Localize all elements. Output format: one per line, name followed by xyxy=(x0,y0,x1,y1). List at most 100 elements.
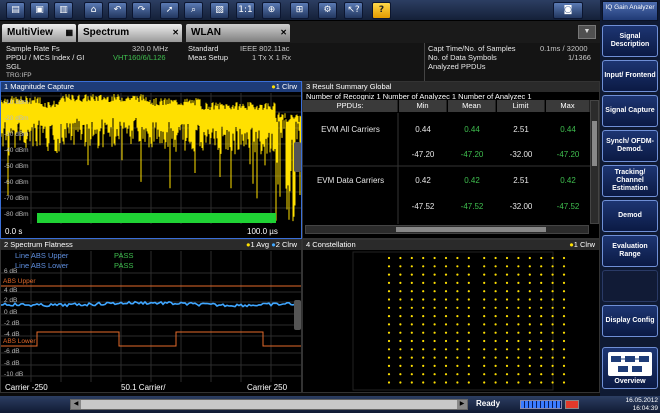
constellation-point xyxy=(433,348,436,351)
spectrum-flatness-window[interactable]: 2 Spectrum Flatness ●1 Avg ●2 Clrw Line … xyxy=(0,239,302,393)
constellation-frame xyxy=(352,251,554,391)
window-title: 1 Magnitude Capture ●1 Clrw xyxy=(1,82,301,92)
constellation-point xyxy=(444,331,448,334)
constellation-point xyxy=(483,273,486,276)
tab-wlan[interactable]: WLAN ✕ xyxy=(186,24,290,42)
undo-icon[interactable]: ↶ xyxy=(108,2,127,19)
constellation-point xyxy=(399,331,402,334)
constellation-point xyxy=(483,348,486,351)
line-lower-label: Line ABS Lower xyxy=(15,261,69,270)
constellation-window[interactable]: 4 Constellation ●1 Clrw xyxy=(302,239,600,393)
constellation-point xyxy=(562,364,566,367)
line-upper-label: Line ABS Upper xyxy=(15,251,69,260)
constellation-point xyxy=(399,273,402,276)
constellation-point xyxy=(456,273,459,276)
constellation-point xyxy=(410,256,413,260)
tab-spectrum[interactable]: Spectrum ✕ xyxy=(78,24,182,42)
constellation-point xyxy=(410,348,413,351)
tab-multiview[interactable]: MultiView ▦ xyxy=(2,24,76,42)
constellation-point xyxy=(540,298,543,301)
softkey-synch-ofdm-demod[interactable]: Synch/ OFDM-Demod. xyxy=(602,130,658,162)
constellation-point xyxy=(551,348,554,351)
softkey-empty[interactable] xyxy=(602,270,658,302)
help-icon[interactable]: ? xyxy=(372,2,391,19)
context-help-icon[interactable]: ↖? xyxy=(344,2,363,19)
constellation-point xyxy=(528,356,531,359)
window-title: 3 Result Summary Global xyxy=(303,82,599,92)
horizontal-scrollbar[interactable] xyxy=(305,225,589,234)
constellation-point xyxy=(444,290,448,293)
constellation-point xyxy=(399,306,402,309)
constellation-point xyxy=(505,373,509,376)
trace-legend-label: 1 Clrw xyxy=(573,240,595,249)
constellation-point xyxy=(387,323,391,326)
column-header: Min xyxy=(399,100,447,112)
magnitude-capture-window[interactable]: 1 Magnitude Capture ●1 Clrw -10 dBm -20 … xyxy=(0,81,302,239)
constellation-point xyxy=(494,273,497,276)
table-row-label: EVM All Carriers xyxy=(321,125,380,134)
toolbar: ▤ ▣ ▥ ⌂ ↶ ↷ ➚ ⌕ ▧ 1:1 ⊕ ⊞ ⚙ ↖? ? ◙ xyxy=(0,0,600,21)
constellation-point xyxy=(422,298,425,301)
constellation-point xyxy=(422,373,425,376)
scrollbar-thumb[interactable] xyxy=(592,121,597,166)
connect-icon[interactable]: ⚙ xyxy=(318,2,337,19)
constellation-point xyxy=(467,315,470,318)
constellation-point xyxy=(551,381,554,384)
constellation-point xyxy=(410,323,413,326)
result-summary-window[interactable]: 3 Result Summary Global Number of Recogn… xyxy=(302,81,600,239)
constellation-point xyxy=(562,256,566,260)
constellation-point xyxy=(444,306,448,309)
constellation-point xyxy=(410,306,413,309)
constellation-point xyxy=(422,323,425,326)
constellation-point xyxy=(433,373,436,376)
save-icon[interactable]: ▣ xyxy=(30,2,49,19)
constellation-point xyxy=(505,315,509,318)
softkey-overview[interactable]: Overview xyxy=(602,347,658,389)
horizontal-scrollbar[interactable]: ◀ ▶ xyxy=(70,399,468,410)
softkey-header: IQ Gain Analyzer xyxy=(602,1,658,21)
close-icon[interactable]: ✕ xyxy=(280,24,287,42)
screenshot-icon[interactable]: ◙ xyxy=(553,2,583,19)
tab-multiview-icon: ▦ xyxy=(65,28,73,37)
softkey-evaluation-range[interactable]: Evaluation Range xyxy=(602,235,658,267)
sample-rate-value: 320.0 MHz xyxy=(132,44,169,53)
redo-icon[interactable]: ↷ xyxy=(132,2,151,19)
y-tick: -6 dB xyxy=(4,348,20,355)
zoom-area-icon[interactable]: ▧ xyxy=(210,2,229,19)
constellation-point xyxy=(467,348,470,351)
softkey-display-config[interactable]: Display Config xyxy=(602,305,658,337)
constellation-point xyxy=(505,331,509,334)
zoom-off-icon[interactable]: ⊞ xyxy=(290,2,309,19)
constellation-point xyxy=(494,339,497,343)
vertical-scrollbar[interactable] xyxy=(590,100,599,224)
constellation-point xyxy=(410,339,413,343)
softkey-signal-description[interactable]: Signal Description xyxy=(602,25,658,57)
folder-icon[interactable]: ▤ xyxy=(6,2,25,19)
chevron-right-icon[interactable]: ▶ xyxy=(457,400,467,409)
print-icon[interactable]: ▥ xyxy=(54,2,73,19)
column-header: Limit xyxy=(497,100,545,112)
close-icon[interactable]: ✕ xyxy=(172,24,179,42)
constellation-point xyxy=(528,381,531,384)
softkey-input-frontend[interactable]: Input/ Frontend xyxy=(602,60,658,92)
time: 16:04:39 xyxy=(632,404,658,412)
softkey-signal-capture[interactable]: Signal Capture xyxy=(602,95,658,127)
zoom-1to1-icon[interactable]: 1:1 xyxy=(236,2,255,19)
constellation-point xyxy=(422,381,425,384)
constellation-point xyxy=(528,256,531,260)
y-tick: -50 dBm xyxy=(4,163,29,170)
recall-icon[interactable]: ⌂ xyxy=(84,2,103,19)
zoom-icon[interactable]: ⌕ xyxy=(184,2,203,19)
constellation-point xyxy=(433,290,436,293)
softkey-demod[interactable]: Demod xyxy=(602,200,658,232)
trace-legend: ●1 Clrw xyxy=(569,240,595,249)
constellation-point xyxy=(467,265,470,268)
constellation-plot xyxy=(352,251,566,391)
scrollbar-thumb[interactable] xyxy=(396,227,546,232)
chevron-down-icon[interactable]: ▼ xyxy=(578,25,596,39)
table-cell: 0.44 xyxy=(415,125,431,134)
multi-zoom-icon[interactable]: ⊕ xyxy=(262,2,281,19)
pointer-icon[interactable]: ➚ xyxy=(160,2,179,19)
softkey-tracking-channel-estimation[interactable]: Tracking/ Channel Estimation xyxy=(602,165,658,197)
chevron-left-icon[interactable]: ◀ xyxy=(71,400,81,409)
